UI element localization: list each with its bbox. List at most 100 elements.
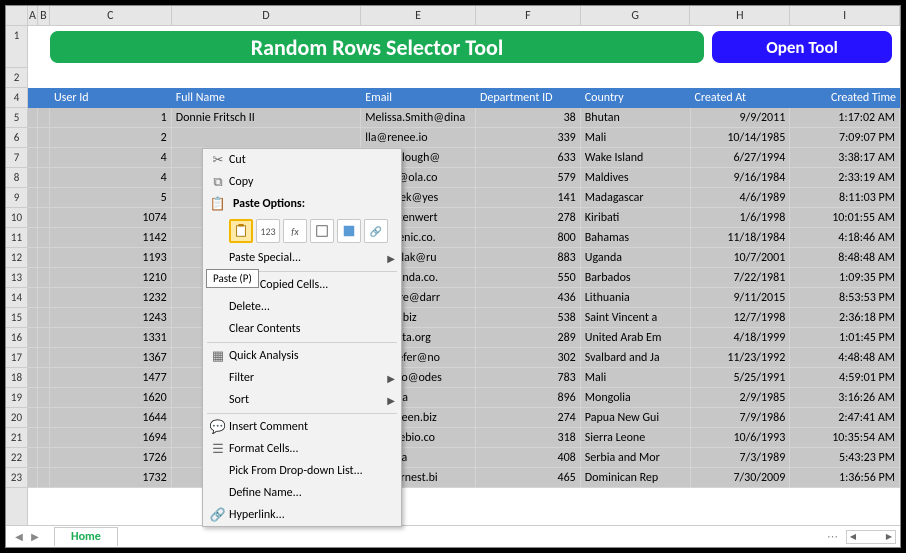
cell-date[interactable]: 2/9/1985	[691, 388, 791, 408]
menu-cut[interactable]: ✂Cut	[203, 149, 401, 171]
table-row[interactable]: 1644@maureen.biz274Papua New Gui7/9/1986…	[28, 408, 900, 428]
cell-country[interactable]: Uganda	[581, 248, 691, 268]
menu-clear-contents[interactable]: Clear Contents	[203, 318, 401, 340]
cell-dept[interactable]: 278	[476, 208, 581, 228]
cell-userid[interactable]: 1331	[50, 328, 172, 348]
cell-country[interactable]: Serbia and Mor	[581, 448, 691, 468]
menu-format-cells[interactable]: ☰Format Cells...	[203, 438, 401, 460]
table-row[interactable]: 4_McCullough@633Wake Island6/27/19943:38…	[28, 148, 900, 168]
cell-date[interactable]: 6/27/1994	[691, 148, 791, 168]
cell-date[interactable]: 12/7/1998	[691, 308, 791, 328]
menu-delete[interactable]: Delete...	[203, 296, 401, 318]
cell-userid[interactable]: 1477	[50, 368, 172, 388]
cell-userid[interactable]: 4	[50, 168, 172, 188]
cell-country[interactable]: Bahamas	[581, 228, 691, 248]
cell-email[interactable]: lla@renee.io	[361, 128, 476, 148]
paste-option-formatting[interactable]	[337, 219, 361, 243]
cell-time[interactable]: 4:59:01 PM	[790, 368, 900, 388]
col-header-i[interactable]: I	[790, 6, 900, 25]
table-row[interactable]: 1331tto@fleta.org289United Arab Em4/18/1…	[28, 328, 900, 348]
row-number[interactable]: 14	[6, 288, 27, 308]
menu-hyperlink[interactable]: 🔗Hyperlink...	[203, 504, 401, 526]
row-number[interactable]: 1	[6, 26, 27, 68]
col-header-a[interactable]: A	[28, 6, 38, 25]
row-number[interactable]: 5	[6, 108, 27, 128]
cell-userid[interactable]: 1	[50, 108, 172, 128]
table-row[interactable]: 1142@domenic.co.800Bahamas11/18/19844:18…	[28, 228, 900, 248]
menu-define-name[interactable]: Define Name...	[203, 482, 401, 504]
cell-country[interactable]: Papua New Gui	[581, 408, 691, 428]
menu-copy[interactable]: ⧉Copy	[203, 171, 401, 193]
col-header-e[interactable]: E	[361, 6, 476, 25]
row-number[interactable]: 22	[6, 448, 27, 468]
cell-date[interactable]: 5/25/1991	[691, 368, 791, 388]
cell-country[interactable]: Lithuania	[581, 288, 691, 308]
cell-country[interactable]: United Arab Em	[581, 328, 691, 348]
menu-paste-special[interactable]: Paste Special...▶	[203, 247, 401, 269]
cell-dept[interactable]: 274	[476, 408, 581, 428]
cell-country[interactable]: Wake Island	[581, 148, 691, 168]
grid-area[interactable]: Random Rows Selector Tool Open Tool User…	[28, 26, 900, 525]
cell-country[interactable]: Saint Vincent a	[581, 308, 691, 328]
cell-time[interactable]: 10:01:55 AM	[790, 208, 900, 228]
table-row[interactable]: 1620@isac.ca896Mongolia2/9/19853:16:26 A…	[28, 388, 900, 408]
cell-dept[interactable]: 783	[476, 368, 581, 388]
cell-country[interactable]: Bhutan	[581, 108, 691, 128]
cell-userid[interactable]: 1644	[50, 408, 172, 428]
table-row[interactable]: 1074nny_Altenwert278Kiribati1/6/199810:0…	[28, 208, 900, 228]
cell-time[interactable]: 4:18:46 AM	[790, 228, 900, 248]
cell-dept[interactable]: 436	[476, 288, 581, 308]
cell-dept[interactable]: 141	[476, 188, 581, 208]
cell-userid[interactable]: 1232	[50, 288, 172, 308]
row-number[interactable]: 9	[6, 188, 27, 208]
cell-userid[interactable]: 2	[50, 128, 172, 148]
cell-dept[interactable]: 883	[476, 248, 581, 268]
cell-date[interactable]: 1/6/1998	[691, 208, 791, 228]
cell-country[interactable]: Barbados	[581, 268, 691, 288]
cell-time[interactable]: 1:17:02 AM	[790, 108, 900, 128]
cell-country[interactable]: Mali	[581, 128, 691, 148]
row-number[interactable]: 18	[6, 368, 27, 388]
cell-date[interactable]: 9/9/2011	[691, 108, 791, 128]
cell-time[interactable]: 3:16:26 AM	[790, 388, 900, 408]
table-row[interactable]: 1732que@ernest.bi465Dominican Rep7/30/20…	[28, 468, 900, 488]
cell-dept[interactable]: 550	[476, 268, 581, 288]
cell-dept[interactable]: 339	[476, 128, 581, 148]
cell-time[interactable]: 10:35:54 AM	[790, 428, 900, 448]
row-number[interactable]: 19	[6, 388, 27, 408]
cell-dept[interactable]: 465	[476, 468, 581, 488]
menu-insert-comment[interactable]: 💬Insert Comment	[203, 416, 401, 438]
cell-dept[interactable]: 302	[476, 348, 581, 368]
cell-userid[interactable]: 1210	[50, 268, 172, 288]
cell-userid[interactable]: 4	[50, 148, 172, 168]
cell-date[interactable]: 7/22/1981	[691, 268, 791, 288]
cell-userid[interactable]: 1074	[50, 208, 172, 228]
cell-time[interactable]: 7:09:07 PM	[790, 128, 900, 148]
cell-time[interactable]: 1:09:35 PM	[790, 268, 900, 288]
scroll-right-icon[interactable]: ▶	[884, 532, 894, 542]
col-header-b[interactable]: B	[38, 6, 50, 25]
cell-userid[interactable]: 1243	[50, 308, 172, 328]
table-row[interactable]: 2lla@renee.io339Mali10/14/19857:09:07 PM	[28, 128, 900, 148]
cell-userid[interactable]: 1732	[50, 468, 172, 488]
menu-pick-dropdown[interactable]: Pick From Drop-down List...	[203, 460, 401, 482]
cell-userid[interactable]: 1142	[50, 228, 172, 248]
table-row[interactable]: 1694n@eusebio.co318Sierra Leone10/6/1993…	[28, 428, 900, 448]
cell-dept[interactable]: 38	[476, 108, 581, 128]
cell-date[interactable]: 7/9/1986	[691, 408, 791, 428]
cell-userid[interactable]: 1193	[50, 248, 172, 268]
table-row[interactable]: 1193an.Zemlak@ru883Uganda10/7/20018:48:4…	[28, 248, 900, 268]
cell-time[interactable]: 8:11:03 PM	[790, 188, 900, 208]
menu-sort[interactable]: Sort▶	[203, 389, 401, 411]
cell-date[interactable]: 11/18/1984	[691, 228, 791, 248]
cell-country[interactable]: Sierra Leone	[581, 428, 691, 448]
row-number[interactable]: 4	[6, 88, 27, 108]
row-number[interactable]: 12	[6, 248, 27, 268]
open-tool-button[interactable]: Open Tool	[712, 31, 892, 63]
cell-date[interactable]: 7/3/1989	[691, 448, 791, 468]
cell-userid[interactable]: 1367	[50, 348, 172, 368]
paste-option-link[interactable]: 🔗	[364, 219, 388, 243]
paste-option-transpose[interactable]	[310, 219, 334, 243]
paste-option-formulas[interactable]: fx	[283, 219, 307, 243]
cell-date[interactable]: 10/6/1993	[691, 428, 791, 448]
